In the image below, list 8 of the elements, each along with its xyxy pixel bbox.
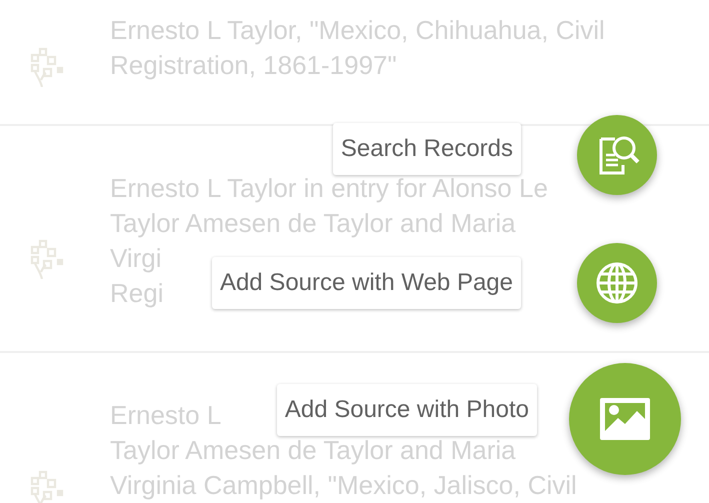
action-label[interactable]: Search Records bbox=[332, 123, 521, 175]
photo-button[interactable] bbox=[569, 363, 681, 475]
globe-icon bbox=[595, 261, 639, 305]
web-page-button[interactable] bbox=[577, 243, 657, 323]
action-label[interactable]: Add Source with Web Page bbox=[212, 257, 521, 309]
action-label[interactable]: Add Source with Photo bbox=[276, 384, 537, 436]
image-icon bbox=[600, 398, 650, 440]
search-records-button[interactable] bbox=[577, 115, 657, 195]
